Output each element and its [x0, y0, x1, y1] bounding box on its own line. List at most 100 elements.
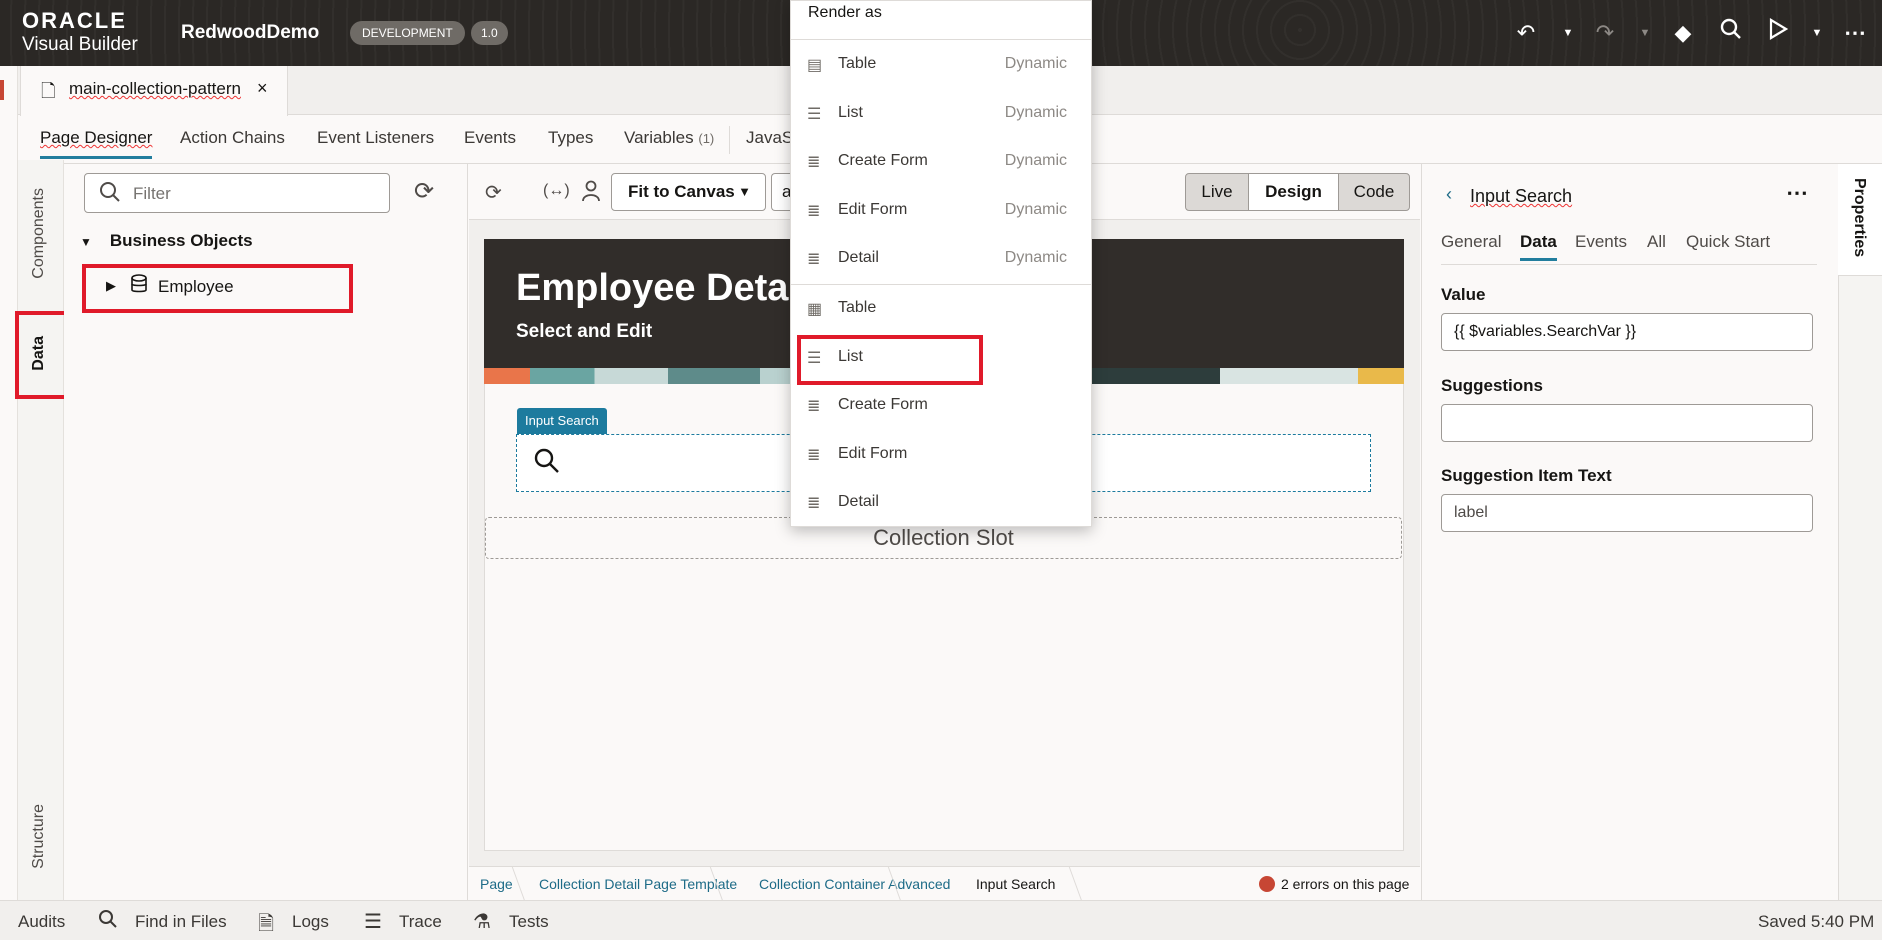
document-icon: 🗋: [41, 81, 56, 101]
menu-item-label: Detail: [838, 493, 879, 510]
trace-button[interactable]: Trace: [399, 912, 442, 932]
input-search-badge: Input Search: [517, 408, 607, 434]
find-in-files-button[interactable]: Find in Files: [135, 912, 227, 932]
tab-javascript[interactable]: JavaS: [746, 128, 793, 148]
menu-item-dynamic-table[interactable]: ▤ Table Dynamic: [791, 41, 1091, 89]
properties-panel: [1421, 164, 1838, 900]
menu-item-table[interactable]: ▦ Table: [791, 285, 1091, 333]
menu-item-dynamic-detail[interactable]: ≣ Detail Dynamic: [791, 235, 1091, 283]
tab-variables-label: Variables: [624, 128, 694, 147]
menu-item-detail[interactable]: ≣ Detail: [791, 479, 1091, 527]
detail-icon: ≣: [807, 495, 821, 512]
ptab-quick-start[interactable]: Quick Start: [1686, 232, 1770, 252]
tab-types[interactable]: Types: [548, 128, 593, 148]
expand-caret-icon[interactable]: ▶: [106, 278, 116, 294]
error-indicator[interactable]: 2 errors on this page: [1259, 876, 1409, 892]
suggestion-item-text-field[interactable]: label: [1441, 494, 1813, 532]
oracle-logo: ORACLE Visual Builder: [22, 10, 138, 55]
reload-icon[interactable]: ⟳: [485, 180, 502, 205]
suggestions-field[interactable]: [1441, 404, 1813, 442]
form-icon: ≣: [807, 203, 821, 220]
tab-variables[interactable]: Variables (1): [624, 128, 714, 148]
search-icon: [533, 447, 561, 482]
form-icon: ≣: [807, 447, 821, 464]
fit-to-canvas-select[interactable]: Fit to Canvas ▼: [611, 173, 766, 211]
mode-live-button[interactable]: Live: [1185, 173, 1249, 211]
refresh-icon[interactable]: ⟳: [414, 177, 434, 206]
tab-page-designer[interactable]: Page Designer: [40, 128, 153, 159]
variables-count: (1): [698, 131, 715, 146]
more-options-icon[interactable]: ⋯: [1786, 180, 1808, 206]
ptab-general[interactable]: General: [1441, 232, 1501, 252]
detail-icon: ≣: [807, 251, 821, 268]
run-menu-chevron-icon[interactable]: ▼: [1802, 18, 1832, 48]
ptab-all[interactable]: All: [1647, 232, 1666, 252]
logo-line2: Visual Builder: [22, 34, 138, 55]
list-item-highlight: [797, 335, 983, 385]
activity-indicator: [0, 80, 4, 100]
side-tab-structure[interactable]: Structure: [30, 804, 48, 869]
variable-icon[interactable]: (↔): [543, 182, 570, 200]
mode-code-button[interactable]: Code: [1338, 173, 1410, 211]
filter-placeholder: Filter: [133, 184, 171, 203]
ptab-data[interactable]: Data: [1520, 232, 1557, 261]
user-icon[interactable]: [581, 180, 601, 208]
collapse-caret-icon[interactable]: ▼: [80, 235, 92, 249]
breadcrumb-separator: [1055, 867, 1083, 901]
menu-item-create-form[interactable]: ≣ Create Form: [791, 382, 1091, 430]
banner-subtitle: Select and Edit: [516, 321, 653, 342]
suggestions-label: Suggestions: [1441, 376, 1544, 395]
version-badge[interactable]: 1.0: [471, 21, 508, 45]
search-icon: [99, 180, 121, 210]
tab-events[interactable]: Events: [464, 128, 516, 148]
audits-button[interactable]: Audits: [18, 912, 65, 932]
back-chevron-icon[interactable]: ‹: [1446, 184, 1452, 205]
mode-design-button[interactable]: Design: [1248, 173, 1339, 211]
close-icon[interactable]: ×: [257, 78, 268, 99]
table-icon: ▦: [807, 301, 823, 318]
tests-flask-icon: ⚗: [473, 911, 491, 933]
trace-icon: ☰: [364, 911, 382, 933]
logs-button[interactable]: Logs: [292, 912, 329, 932]
menu-item-dynamic-list[interactable]: ☰ List Dynamic: [791, 90, 1091, 138]
file-tab-main-collection-pattern[interactable]: 🗋 main-collection-pattern ×: [20, 66, 288, 116]
dynamic-tag: Dynamic: [1004, 152, 1067, 169]
tests-button[interactable]: Tests: [509, 912, 549, 932]
table-icon: ▤: [807, 57, 823, 74]
menu-item-label: Create Form: [838, 152, 928, 169]
tab-event-listeners[interactable]: Event Listeners: [317, 128, 434, 148]
fit-to-canvas-label: Fit to Canvas: [628, 182, 735, 201]
side-tab-components[interactable]: Components: [30, 188, 48, 279]
left-activity-strip: [0, 66, 18, 900]
breadcrumb-collection-container[interactable]: Collection Container Advanced: [759, 876, 950, 892]
app-name[interactable]: RedwoodDemo: [181, 22, 319, 44]
properties-tab[interactable]: Properties: [1838, 164, 1882, 276]
search-icon[interactable]: [1716, 18, 1746, 48]
saved-status: Saved 5:40 PM: [1758, 912, 1875, 931]
ptab-events[interactable]: Events: [1575, 232, 1627, 252]
undo-menu-chevron-icon[interactable]: ▼: [1553, 18, 1583, 48]
tab-action-chains[interactable]: Action Chains: [180, 128, 285, 148]
tree-item-employee[interactable]: ▶ Employee: [82, 264, 353, 313]
git-icon[interactable]: ◆: [1668, 18, 1698, 48]
search-icon: [98, 909, 118, 935]
undo-icon[interactable]: ↶: [1511, 18, 1541, 48]
database-icon: [130, 274, 148, 300]
env-badge[interactable]: DEVELOPMENT: [350, 21, 465, 45]
filter-input[interactable]: Filter: [84, 173, 390, 213]
menu-item-label: Table: [838, 299, 877, 316]
menu-item-label: Table: [838, 55, 877, 72]
menu-item-edit-form[interactable]: ≣ Edit Form: [791, 431, 1091, 479]
dynamic-tag: Dynamic: [1004, 104, 1067, 121]
tree-business-objects[interactable]: ▼ Business Objects: [80, 231, 253, 251]
side-tabs: Components Data Structure: [18, 160, 64, 900]
file-tab-label: main-collection-pattern: [69, 79, 241, 98]
redo-menu-chevron-icon[interactable]: ▼: [1630, 18, 1660, 48]
breadcrumb-input-search[interactable]: Input Search: [976, 876, 1055, 892]
menu-item-dynamic-edit-form[interactable]: ≣ Edit Form Dynamic: [791, 187, 1091, 235]
value-field[interactable]: {{ $variables.SearchVar }}: [1441, 313, 1813, 351]
more-icon[interactable]: ⋯: [1840, 18, 1870, 48]
menu-item-dynamic-create-form[interactable]: ≣ Create Form Dynamic: [791, 138, 1091, 186]
run-icon[interactable]: [1763, 18, 1793, 48]
redo-icon[interactable]: ↷: [1590, 18, 1620, 48]
